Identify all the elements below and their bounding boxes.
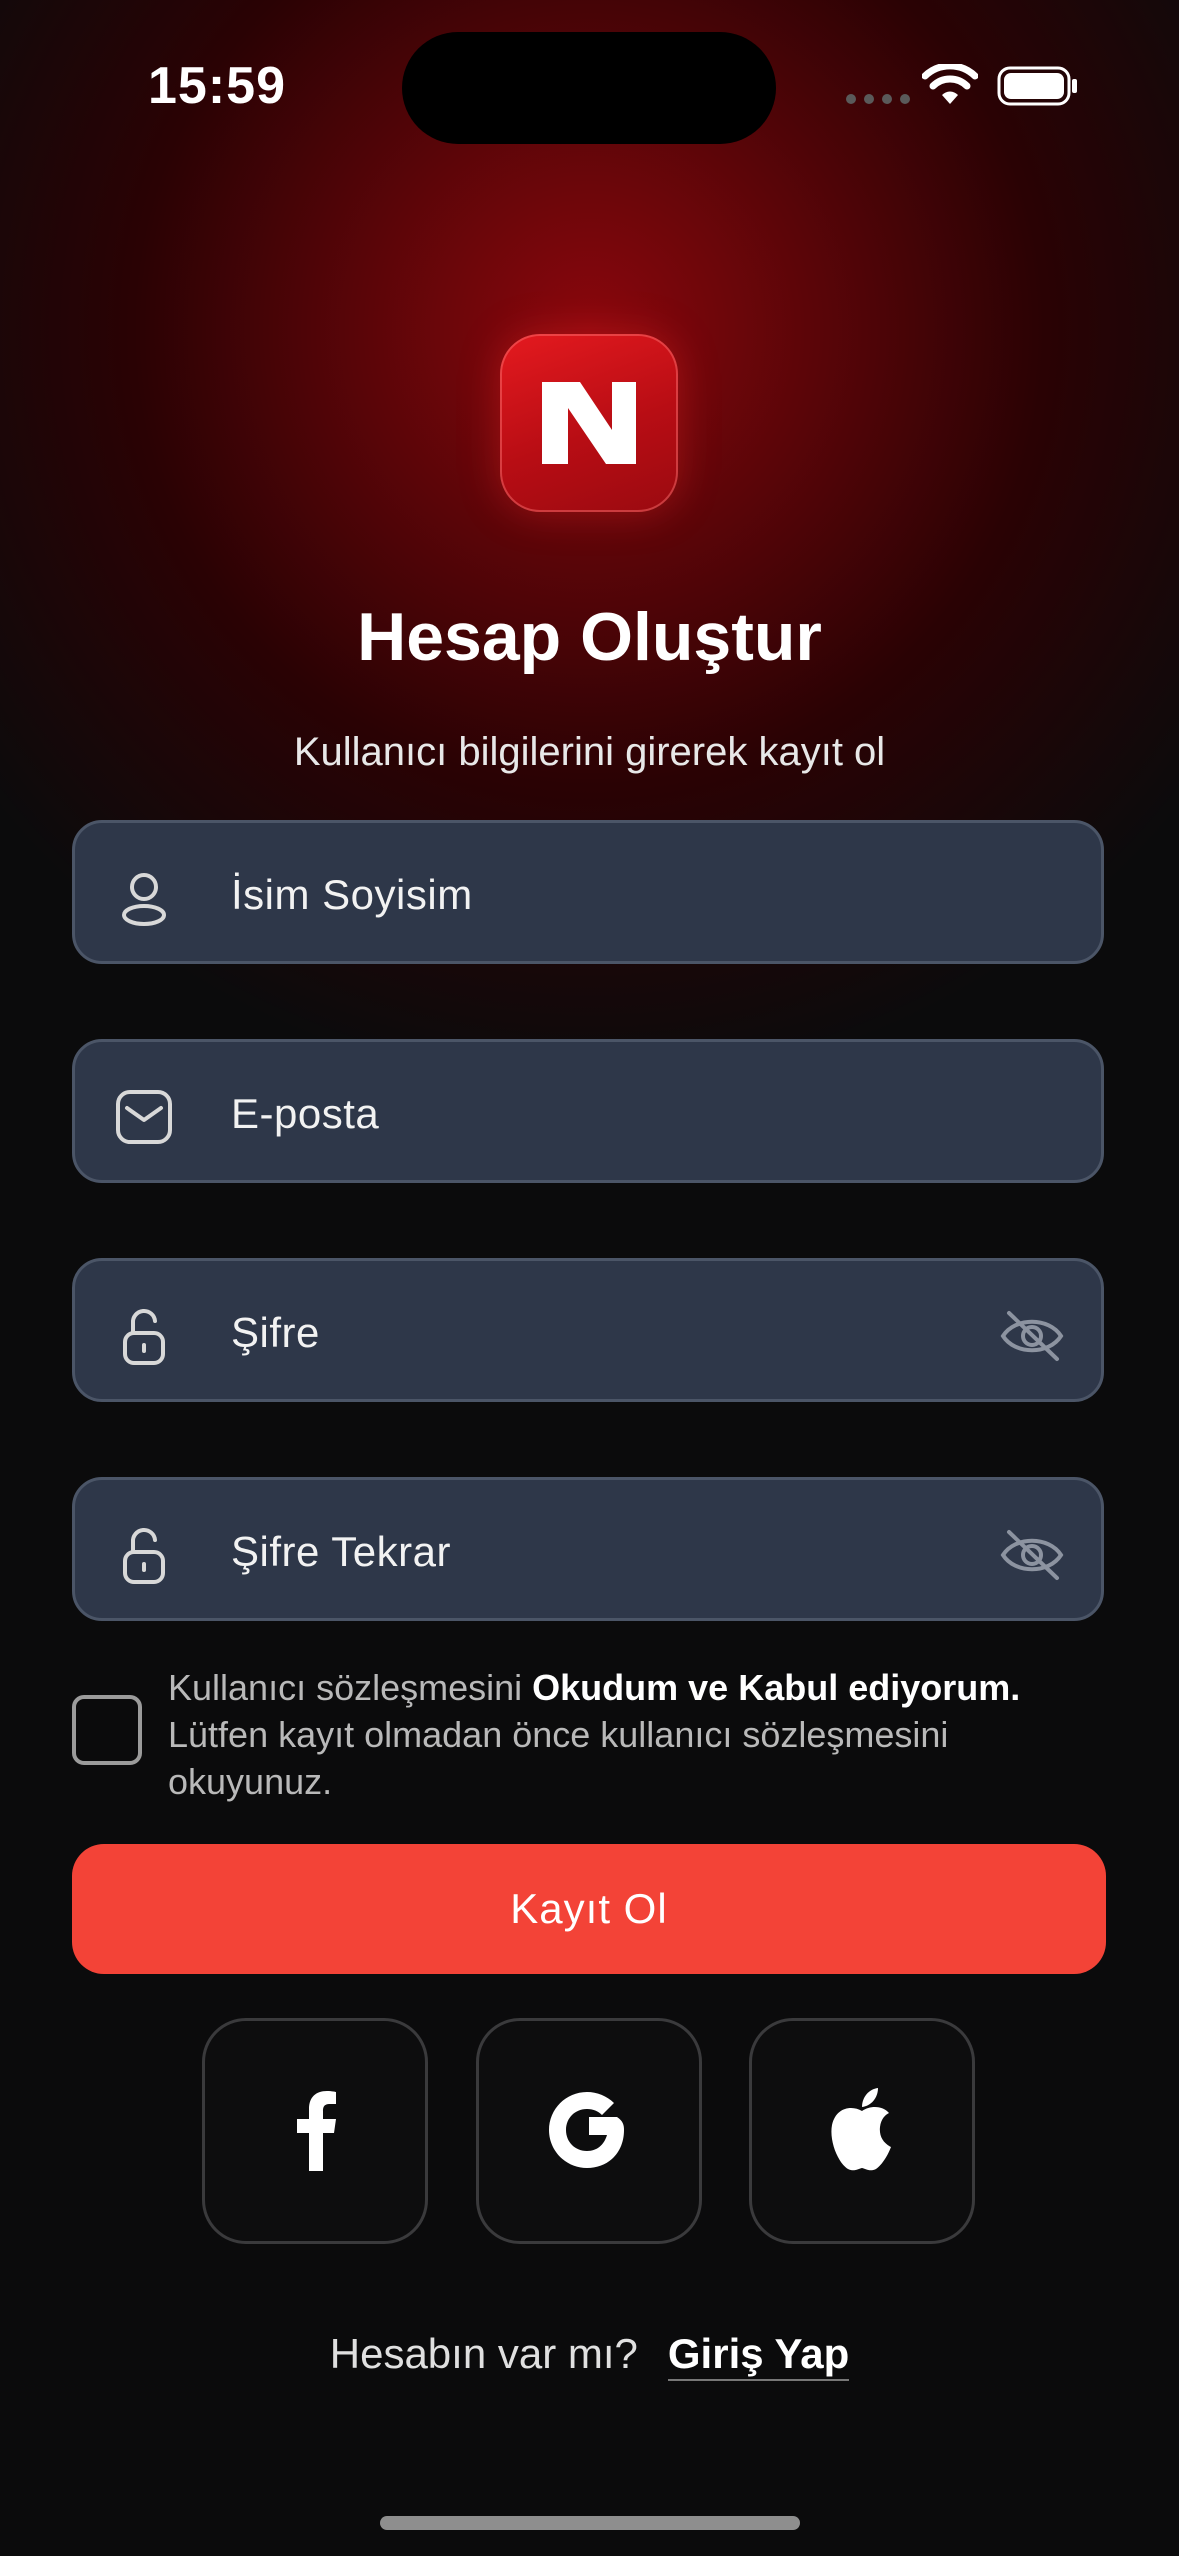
dynamic-island	[402, 32, 776, 144]
facebook-icon	[297, 2091, 336, 2171]
terms-prefix: Kullanıcı sözleşmesini	[168, 1667, 533, 1708]
password-field[interactable]: Şifre	[72, 1258, 1104, 1402]
email-placeholder: E-posta	[231, 1090, 380, 1137]
wifi-icon	[922, 64, 978, 104]
status-time: 15:59	[148, 57, 286, 115]
password-repeat-placeholder: Şifre Tekrar	[231, 1528, 451, 1575]
battery-icon	[997, 66, 1077, 106]
register-button[interactable]: Kayıt Ol	[72, 1844, 1106, 1974]
google-login-button[interactable]	[476, 2018, 702, 2244]
apple-icon	[831, 2088, 891, 2171]
unlock-icon	[123, 1308, 165, 1365]
unlock-icon	[123, 1527, 165, 1584]
footer-question: Hesabın var mı?	[329, 2330, 638, 2377]
app-logo	[500, 334, 678, 512]
home-indicator[interactable]	[380, 2516, 800, 2530]
facebook-login-button[interactable]	[202, 2018, 428, 2244]
status-bar: 15:59	[0, 0, 1179, 150]
logo-mark-icon	[542, 382, 636, 464]
email-field[interactable]: E-posta	[72, 1039, 1104, 1183]
terms-link[interactable]: Okudum ve Kabul ediyorum.	[532, 1667, 1020, 1708]
password-placeholder: Şifre	[231, 1309, 320, 1356]
page-title: Hesap Oluştur	[357, 599, 822, 675]
footer: Hesabın var mı? Giriş Yap	[0, 2330, 1179, 2381]
cellular-signal-icon	[846, 94, 910, 104]
terms-note: Lütfen kayıt olmadan önce kullanıcı sözl…	[168, 1714, 949, 1802]
login-link[interactable]: Giriş Yap	[667, 2330, 850, 2381]
google-icon	[549, 2092, 624, 2168]
user-icon	[122, 873, 166, 926]
mail-icon	[116, 1090, 172, 1144]
name-placeholder: İsim Soyisim	[231, 871, 473, 918]
eye-off-icon[interactable]	[999, 1305, 1065, 1367]
name-field[interactable]: İsim Soyisim	[72, 820, 1104, 964]
apple-login-button[interactable]	[749, 2018, 975, 2244]
page-subtitle: Kullanıcı bilgilerini girerek kayıt ol	[293, 730, 886, 774]
password-repeat-field[interactable]: Şifre Tekrar	[72, 1477, 1104, 1621]
terms-text: Kullanıcı sözleşmesini Okudum ve Kabul e…	[168, 1664, 1068, 1805]
terms-checkbox[interactable]	[72, 1695, 142, 1765]
eye-off-icon[interactable]	[999, 1524, 1065, 1586]
